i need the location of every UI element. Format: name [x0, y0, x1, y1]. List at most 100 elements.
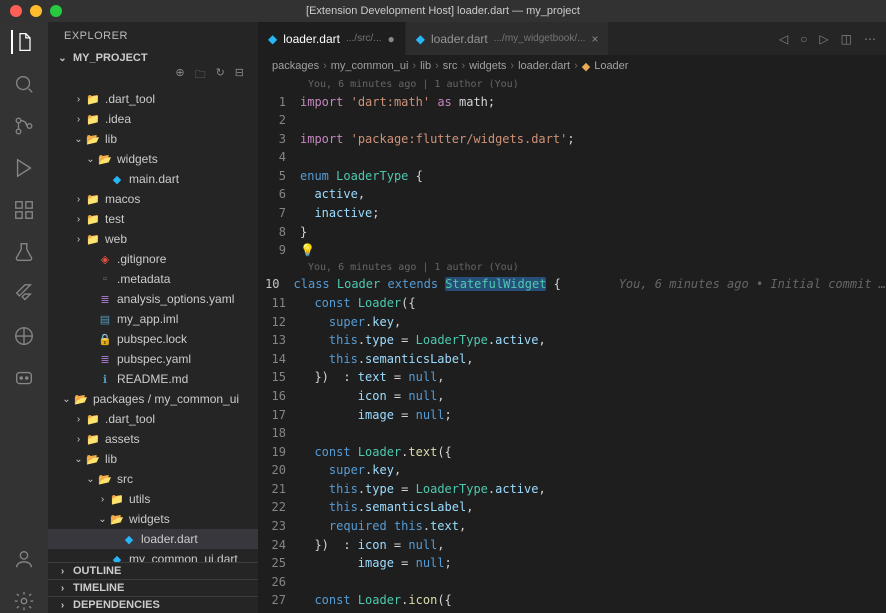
copilot-icon[interactable] [12, 366, 36, 390]
code-line[interactable]: 16 icon = null, [258, 387, 886, 406]
line-number: 20 [258, 461, 300, 480]
code-line[interactable]: 25 image = null; [258, 554, 886, 573]
breadcrumb-item[interactable]: widgets [469, 60, 506, 72]
editor-tab[interactable]: ◆loader.dart.../src/...● [258, 22, 406, 55]
explorer-icon[interactable] [11, 30, 35, 54]
folder-row[interactable]: ⌄📂packages / my_common_ui [48, 389, 258, 409]
folder-row[interactable]: ›📁.idea [48, 109, 258, 129]
folder-row[interactable]: ⌄📂lib [48, 129, 258, 149]
code-line[interactable]: 19 const Loader.text({ [258, 443, 886, 462]
nav-fwd-icon[interactable]: ○ [800, 32, 807, 46]
file-row[interactable]: ▤my_app.iml [48, 309, 258, 329]
code-line[interactable]: 23 required this.text, [258, 517, 886, 536]
folder-row[interactable]: ›📁test [48, 209, 258, 229]
file-row[interactable]: ≣analysis_options.yaml [48, 289, 258, 309]
code-line[interactable]: 22 this.semanticsLabel, [258, 498, 886, 517]
folder-row[interactable]: ›📁.dart_tool [48, 89, 258, 109]
code-line[interactable]: 8} [258, 223, 886, 242]
project-root[interactable]: ⌄MY_PROJECT [48, 50, 258, 66]
flutter-icon[interactable] [12, 282, 36, 306]
line-number: 14 [258, 350, 300, 369]
file-row[interactable]: ◆my_common_ui.dart [48, 549, 258, 562]
folder-row[interactable]: ›📁assets [48, 429, 258, 449]
window-title: [Extension Development Host] loader.dart… [0, 5, 886, 17]
dependencies-section[interactable]: ›DEPENDENCIES [48, 596, 258, 613]
file-row[interactable]: 🔒pubspec.lock [48, 329, 258, 349]
code-line[interactable]: 7 inactive; [258, 204, 886, 223]
close-tab-icon[interactable]: × [591, 32, 598, 46]
run-debug-icon[interactable] [12, 156, 36, 180]
testing-icon[interactable] [12, 240, 36, 264]
code-line[interactable]: 26 [258, 573, 886, 592]
code-line[interactable]: 18 [258, 424, 886, 443]
nav-back-icon[interactable]: ◁ [779, 32, 788, 46]
window-controls[interactable] [0, 5, 62, 17]
code-line[interactable]: 4 [258, 148, 886, 167]
code-line[interactable]: 3import 'package:flutter/widgets.dart'; [258, 130, 886, 149]
code-line[interactable]: 10class Loader extends StatefulWidget { … [258, 275, 886, 294]
code-line[interactable]: 12 super.key, [258, 313, 886, 332]
new-file-icon[interactable]: ⊕ [175, 66, 184, 85]
settings-gear-icon[interactable] [12, 589, 36, 613]
more-actions-icon[interactable]: ⋯ [864, 32, 876, 46]
run-icon[interactable]: ▷ [819, 32, 828, 46]
refresh-icon[interactable]: ↻ [216, 66, 225, 85]
yaml-icon: ≣ [97, 293, 113, 306]
code-editor[interactable]: You, 6 minutes ago | 1 author (You)1impo… [258, 77, 886, 613]
split-editor-icon[interactable]: ◫ [841, 32, 852, 46]
file-row[interactable]: ≣pubspec.yaml [48, 349, 258, 369]
code-line[interactable]: 13 this.type = LoaderType.active, [258, 331, 886, 350]
collapse-icon[interactable]: ⊟ [235, 66, 244, 85]
file-row[interactable]: ◆loader.dart [48, 529, 258, 549]
timeline-section[interactable]: ›TIMELINE [48, 579, 258, 596]
breadcrumbs[interactable]: packages›my_common_ui›lib›src›widgets›lo… [258, 55, 886, 77]
maximize-window-icon[interactable] [50, 5, 62, 17]
minimize-window-icon[interactable] [30, 5, 42, 17]
file-row[interactable]: ◈.gitignore [48, 249, 258, 269]
code-line[interactable]: 9💡 [258, 241, 886, 260]
extensions-icon[interactable] [12, 198, 36, 222]
file-row[interactable]: ▫.metadata [48, 269, 258, 289]
source-control-icon[interactable] [12, 114, 36, 138]
search-icon[interactable] [12, 72, 36, 96]
code-line[interactable]: 20 super.key, [258, 461, 886, 480]
breadcrumb-item[interactable]: my_common_ui [331, 60, 409, 72]
file-row[interactable]: ◆main.dart [48, 169, 258, 189]
code-line[interactable]: 5enum LoaderType { [258, 167, 886, 186]
remote-icon[interactable] [12, 324, 36, 348]
new-folder-icon[interactable]: 🗀 [195, 66, 206, 85]
code-line[interactable]: 6 active, [258, 185, 886, 204]
folder-row[interactable]: ›📁web [48, 229, 258, 249]
file-label: pubspec.lock [117, 332, 187, 346]
folder-row[interactable]: ⌄📂widgets [48, 149, 258, 169]
breadcrumb-item[interactable]: lib [420, 60, 431, 72]
modified-dot-icon[interactable]: ● [388, 32, 395, 46]
line-number: 10 [258, 275, 294, 294]
code-line[interactable]: 15 }) : text = null, [258, 368, 886, 387]
code-line[interactable]: 21 this.type = LoaderType.active, [258, 480, 886, 499]
code-line[interactable]: 14 this.semanticsLabel, [258, 350, 886, 369]
folder-row[interactable]: ›📁utils [48, 489, 258, 509]
close-window-icon[interactable] [10, 5, 22, 17]
editor-tab[interactable]: ◆loader.dart.../my_widgetbook/...× [406, 22, 610, 55]
code-line[interactable]: 24 }) : icon = null, [258, 536, 886, 555]
code-line[interactable]: 11 const Loader({ [258, 294, 886, 313]
breadcrumb-item[interactable]: src [443, 60, 458, 72]
codelens[interactable]: You, 6 minutes ago | 1 author (You) [258, 260, 886, 276]
code-line[interactable]: 17 image = null; [258, 406, 886, 425]
breadcrumb-item[interactable]: packages [272, 60, 319, 72]
folder-row[interactable]: ⌄📂widgets [48, 509, 258, 529]
code-line[interactable]: 1import 'dart:math' as math; [258, 93, 886, 112]
breadcrumb-item[interactable]: loader.dart [518, 60, 570, 72]
code-line[interactable]: 2 [258, 111, 886, 130]
code-line[interactable]: 27 const Loader.icon({ [258, 591, 886, 610]
breadcrumb-item[interactable]: Loader [594, 60, 628, 72]
outline-section[interactable]: ›OUTLINE [48, 562, 258, 579]
codelens[interactable]: You, 6 minutes ago | 1 author (You) [258, 77, 886, 93]
folder-row[interactable]: ›📁macos [48, 189, 258, 209]
folder-row[interactable]: ⌄📂lib [48, 449, 258, 469]
file-row[interactable]: ℹREADME.md [48, 369, 258, 389]
folder-row[interactable]: ›📁.dart_tool [48, 409, 258, 429]
accounts-icon[interactable] [12, 547, 36, 571]
folder-row[interactable]: ⌄📂src [48, 469, 258, 489]
